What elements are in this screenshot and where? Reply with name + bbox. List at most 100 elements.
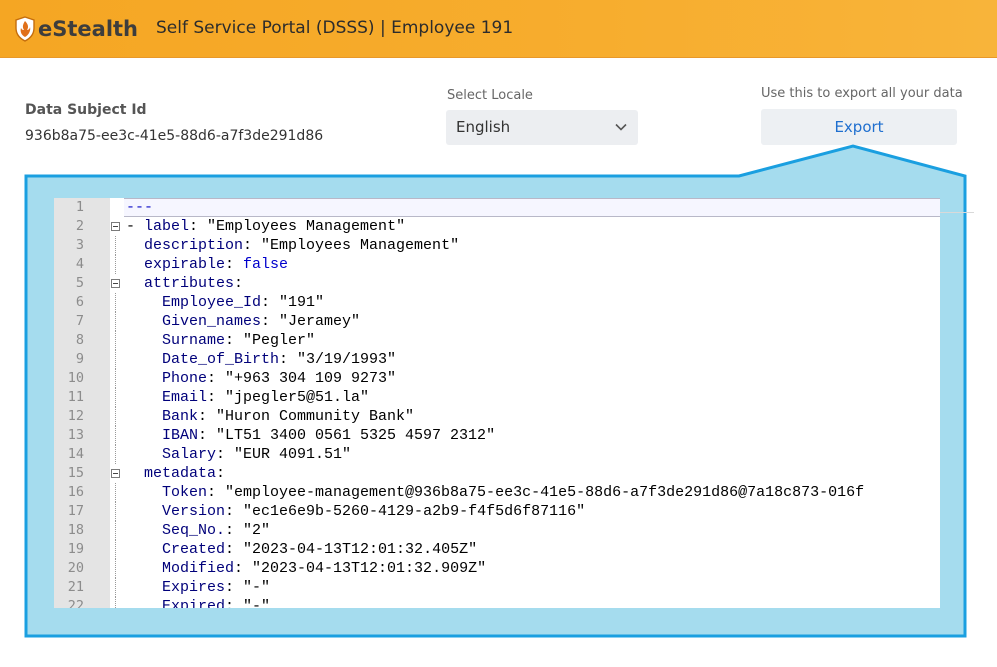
code-line: 22 Expired: "-" <box>54 597 940 608</box>
yaml-key: attributes <box>126 275 235 292</box>
yaml-key: Given_names <box>126 313 262 330</box>
yaml-key: Date_of_Birth <box>126 351 280 368</box>
code-line: 7 Given_names: "Jeramey" <box>54 312 940 331</box>
yaml-key: expirable <box>126 256 226 273</box>
yaml-value: : <box>216 465 226 482</box>
code-text: IBAN: "LT51 3400 0561 5325 4597 2312" <box>126 426 495 445</box>
locale-selected-value: English <box>456 118 511 136</box>
yaml-editor[interactable]: 1 --- 2- label: "Employees Management" 3 de… <box>54 198 940 608</box>
line-number: 8 <box>75 332 84 348</box>
code-text: Modified: "2023-04-13T12:01:32.909Z" <box>126 559 486 578</box>
yaml-value: : "3/19/1993" <box>279 351 397 368</box>
code-text: Expired: "-" <box>126 597 270 608</box>
yaml-value: : "jpegler5@51.la" <box>207 389 370 406</box>
list-dash: - <box>126 218 145 235</box>
code-line: 11 Email: "jpegler5@51.la" <box>54 388 940 407</box>
code-line: 13 IBAN: "LT51 3400 0561 5325 4597 2312" <box>54 426 940 445</box>
code-line: 20 Modified: "2023-04-13T12:01:32.909Z" <box>54 559 940 578</box>
yaml-key: Bank <box>126 408 199 425</box>
yaml-key: description <box>126 237 244 254</box>
yaml-value: : "2" <box>225 522 271 539</box>
code-line: 14 Salary: "EUR 4091.51" <box>54 445 940 464</box>
yaml-value: : "191" <box>261 294 325 311</box>
yaml-key: Phone <box>126 370 208 387</box>
code-line: 12 Bank: "Huron Community Bank" <box>54 407 940 426</box>
fold-guide-line <box>115 388 116 407</box>
fold-toggle-icon[interactable] <box>111 222 120 231</box>
yaml-key: Employee_Id <box>126 294 262 311</box>
fold-guide-line <box>115 407 116 426</box>
code-line: 21 Expires: "-" <box>54 578 940 597</box>
divider <box>934 212 974 213</box>
code-text: Bank: "Huron Community Bank" <box>126 407 414 426</box>
app-header: eStealth Self Service Portal (DSSS) | Em… <box>0 0 997 58</box>
code-text: Salary: "EUR 4091.51" <box>126 445 351 464</box>
yaml-value: : "EUR 4091.51" <box>216 446 352 463</box>
code-text: Email: "jpegler5@51.la" <box>126 388 369 407</box>
code-text: expirable: false <box>126 255 288 274</box>
fold-guide-line <box>115 350 116 369</box>
code-text: Given_names: "Jeramey" <box>126 312 360 331</box>
yaml-key: Modified <box>126 560 235 577</box>
code-line: 10 Phone: "+963 304 109 9273" <box>54 369 940 388</box>
page-title: Self Service Portal (DSSS) | Employee 19… <box>156 18 514 38</box>
yaml-value: : "Jeramey" <box>261 313 361 330</box>
code-line: 5 attributes: <box>54 274 940 293</box>
fold-guide-line <box>115 445 116 464</box>
fold-guide-line <box>115 255 116 274</box>
code-text: description: "Employees Management" <box>126 236 459 255</box>
fold-guide-line <box>115 312 116 331</box>
fold-toggle-icon[interactable] <box>111 279 120 288</box>
code-text: --- <box>126 198 153 217</box>
yaml-value: : "2023-04-13T12:01:32.405Z" <box>225 541 478 558</box>
yaml-value: : "LT51 3400 0561 5325 4597 2312" <box>198 427 496 444</box>
line-number: 12 <box>67 408 84 424</box>
code-text: Created: "2023-04-13T12:01:32.405Z" <box>126 540 477 559</box>
yaml-value: : "Employees Management" <box>189 218 406 235</box>
yaml-value: : "employee-management@936b8a75-ee3c-41e… <box>207 484 865 501</box>
logo: eStealth <box>14 12 138 46</box>
fold-guide-line <box>115 483 116 502</box>
yaml-value: : false <box>225 256 289 273</box>
yaml-value: : <box>234 275 244 292</box>
shield-logo-icon <box>15 16 35 42</box>
code-line: 4 expirable: false <box>54 255 940 274</box>
code-line: 8 Surname: "Pegler" <box>54 331 940 350</box>
yaml-key: IBAN <box>126 427 199 444</box>
fold-guide-line <box>115 236 116 255</box>
yaml-key: Token <box>126 484 208 501</box>
fold-guide-line <box>115 521 116 540</box>
line-number: 4 <box>75 256 84 272</box>
code-line: 6 Employee_Id: "191" <box>54 293 940 312</box>
code-text: Phone: "+963 304 109 9273" <box>126 369 396 388</box>
yaml-key: Surname <box>126 332 226 349</box>
code-line: 18 Seq_No.: "2" <box>54 521 940 540</box>
fold-guide-line <box>115 559 116 578</box>
yaml-value: : "-" <box>225 579 271 596</box>
code-text: Employee_Id: "191" <box>126 293 324 312</box>
fold-guide-line <box>115 540 116 559</box>
yaml-key: Salary <box>126 446 217 463</box>
export-hint: Use this to export all your data <box>761 86 963 101</box>
line-number: 2 <box>75 218 84 234</box>
code-text: metadata: <box>126 464 225 483</box>
fold-guide-line <box>115 369 116 388</box>
yaml-value: : "+963 304 109 9273" <box>207 370 397 387</box>
yaml-key: Email <box>126 389 208 406</box>
line-number: 13 <box>67 427 84 443</box>
line-number: 5 <box>75 275 84 291</box>
yaml-key: Seq_No. <box>126 522 226 539</box>
code-line: 19 Created: "2023-04-13T12:01:32.405Z" <box>54 540 940 559</box>
fold-guide-line <box>115 502 116 521</box>
chevron-down-icon <box>615 123 627 131</box>
yaml-key: Created <box>126 541 226 558</box>
data-subject-id-value: 936b8a75-ee3c-41e5-88d6-a7f3de291d86 <box>25 128 324 144</box>
line-number: 17 <box>67 503 84 519</box>
fold-guide-line <box>115 426 116 445</box>
locale-select[interactable]: English <box>446 110 638 145</box>
fold-toggle-icon[interactable] <box>111 469 120 478</box>
export-button[interactable]: Export <box>761 109 957 145</box>
line-number: 19 <box>67 541 84 557</box>
fold-guide-line <box>115 331 116 350</box>
yaml-key: label <box>144 218 190 235</box>
